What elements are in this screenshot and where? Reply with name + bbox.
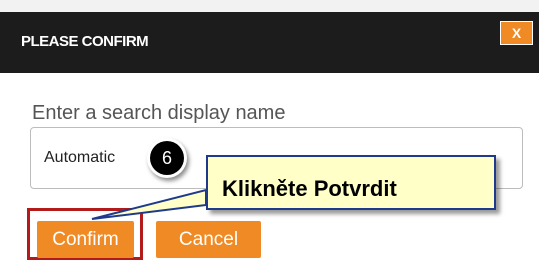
search-display-name-value: Automatic [44,149,116,166]
close-button[interactable]: X [500,21,533,45]
step-number-label: 6 [150,141,184,175]
confirm-dialog: PLEASE CONFIRM X Enter a search display … [0,0,539,260]
dialog-title: PLEASE CONFIRM [21,33,149,50]
field-label: Enter a search display name [32,102,286,124]
cancel-button[interactable]: Cancel [156,221,261,258]
top-strip [0,0,539,12]
instruction-callout-text: Klikněte Potvrdit [222,176,397,201]
confirm-button[interactable]: Confirm [37,221,134,258]
step-number-badge: 6 [147,138,187,178]
